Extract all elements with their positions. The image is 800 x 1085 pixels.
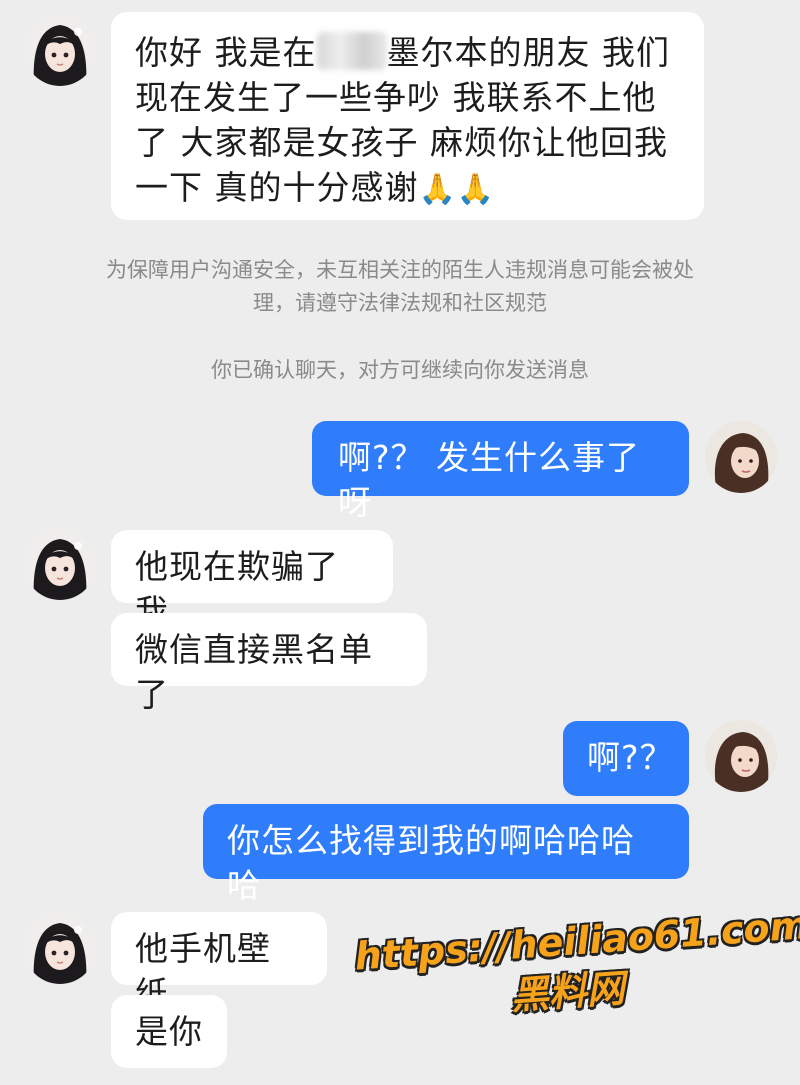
system-notice: 你已确认聊天，对方可继续向你发送消息 (211, 358, 589, 382)
message-bubble-incoming[interactable]: 他现在欺骗了我 (111, 530, 393, 631)
message-bubble-outgoing[interactable]: 啊?？ 发生什么事了呀 (312, 421, 689, 522)
message-text: 你好 我是在 (135, 33, 317, 72)
message-text: 是你 (135, 1012, 203, 1051)
message-bubble-incoming[interactable]: 你好 我是在 墨尔本的朋友 我们现在发生了一些争吵 我联系不上他了 大家都是女孩子… (111, 12, 704, 220)
contact-avatar[interactable] (24, 912, 96, 984)
redacted-name-blur (316, 32, 387, 70)
message-bubble-incoming[interactable]: 微信直接黑名单了 (111, 613, 427, 714)
my-avatar[interactable] (705, 421, 777, 493)
message-bubble-outgoing[interactable]: 啊?？ (563, 721, 689, 796)
watermark: https://heiliao61.com 黑料网 (353, 903, 800, 1032)
message-bubble-incoming[interactable]: 他手机壁纸 (111, 912, 327, 1013)
message-text: 啊?？ (587, 738, 674, 777)
message-bubble-incoming[interactable]: 是你 (111, 995, 227, 1068)
pray-emoji-icon: 🙏🙏 (418, 172, 496, 207)
chat-thread: 你好 我是在 墨尔本的朋友 我们现在发生了一些争吵 我联系不上他了 大家都是女孩子… (0, 0, 800, 1085)
system-notice: 为保障用户沟通安全，未互相关注的陌生人违规消息可能会被处理，请遵守法律法规和社区… (106, 258, 694, 315)
my-avatar[interactable] (705, 720, 777, 792)
message-bubble-outgoing[interactable]: 你怎么找得到我的啊哈哈哈哈 (203, 804, 689, 905)
message-text: 你怎么找得到我的啊哈哈哈哈 (227, 821, 635, 905)
contact-avatar[interactable] (24, 14, 96, 86)
message-text: 啊?？ 发生什么事了呀 (338, 438, 641, 522)
contact-avatar[interactable] (24, 528, 96, 600)
message-text: 微信直接黑名单了 (135, 630, 373, 714)
